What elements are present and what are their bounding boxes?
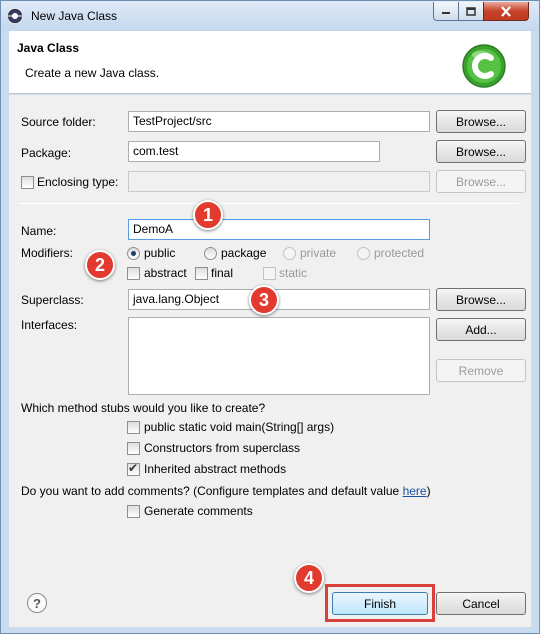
modifier-protected-label: protected [374,246,425,260]
close-button[interactable] [483,2,529,21]
stub-constructors-checkbox[interactable] [127,442,140,455]
wizard-footer: ? Finish Cancel 4 [9,563,531,627]
modifier-private-radio [283,247,296,260]
modifier-abstract-label: abstract [144,266,187,280]
method-stubs-question: Which method stubs would you like to cre… [21,401,266,415]
modifier-public-radio[interactable] [127,247,140,260]
generate-comments-checkbox[interactable] [127,505,140,518]
stub-constructors-label: Constructors from superclass [144,441,301,455]
modifier-protected-radio [357,247,370,260]
wizard-header: Java Class Create a new Java class. [9,31,531,94]
minimize-button[interactable] [433,2,459,21]
wizard-body: Source folder: TestProject/src Browse...… [9,95,531,577]
modifier-package-radio[interactable] [204,247,217,260]
maximize-icon [466,6,476,16]
modifier-abstract-checkbox[interactable] [127,267,140,280]
package-browse-button[interactable]: Browse... [436,140,526,163]
modifier-final-checkbox[interactable] [195,267,208,280]
maximize-button[interactable] [458,2,484,21]
package-label: Package: [21,146,72,160]
modifier-final-label: final [211,266,234,280]
name-field[interactable]: DemoA [128,219,430,240]
eclipse-app-icon [8,9,22,23]
modifiers-label: Modifiers: [21,246,74,260]
stub-inherited-checkbox[interactable]: ✔ [127,461,140,476]
modifier-private-label: private [300,246,337,260]
modifier-static-checkbox [263,267,276,280]
java-class-logo-icon [462,44,506,88]
help-icon: ? [33,595,41,611]
modifier-package-label: package [221,246,267,260]
header-title: Java Class [17,41,80,55]
close-icon [501,5,511,17]
comments-question-text: Do you want to add comments? (Configure … [21,484,403,498]
comments-question-end: ) [426,484,431,498]
modifier-public-label: public [144,246,176,260]
configure-templates-link[interactable]: here [403,484,427,498]
new-java-class-dialog: New Java Class Java Class Create a new J… [0,0,540,634]
stub-inherited-label: Inherited abstract methods [144,462,287,476]
interfaces-list[interactable] [128,317,430,395]
annotation-badge-2: 2 [85,250,115,280]
interfaces-remove-button: Remove [436,359,526,382]
stub-main-label: public static void main(String[] args) [144,420,335,434]
cancel-button[interactable]: Cancel [436,592,526,615]
annotation-badge-1: 1 [193,200,223,230]
stub-main-checkbox[interactable] [127,421,140,434]
separator [19,203,519,204]
interfaces-add-button[interactable]: Add... [436,318,526,341]
enclosing-type-label: Enclosing type: [37,175,119,189]
header-subtitle: Create a new Java class. [25,66,160,80]
superclass-field[interactable]: java.lang.Object [128,289,430,310]
superclass-label: Superclass: [21,293,84,307]
name-label: Name: [21,224,57,238]
finish-button[interactable]: Finish [332,592,428,615]
annotation-badge-4: 4 [294,563,324,593]
annotation-badge-3: 3 [249,285,279,315]
enclosing-type-field [128,171,430,192]
source-folder-label: Source folder: [21,115,96,129]
minimize-icon [442,12,450,14]
title-bar[interactable]: New Java Class [1,1,539,31]
package-field[interactable]: com.test [128,141,380,162]
checkmark-icon: ✔ [128,461,139,475]
enclosing-type-browse-button: Browse... [436,170,526,193]
superclass-browse-button[interactable]: Browse... [436,288,526,311]
source-folder-browse-button[interactable]: Browse... [436,110,526,133]
interfaces-label: Interfaces: [21,318,78,332]
comments-question: Do you want to add comments? (Configure … [21,484,431,498]
help-button[interactable]: ? [27,593,47,613]
window-title: New Java Class [31,9,118,23]
generate-comments-label: Generate comments [144,504,253,518]
modifier-static-label: static [279,266,308,280]
enclosing-type-checkbox[interactable] [21,176,34,189]
source-folder-field[interactable]: TestProject/src [128,111,430,132]
